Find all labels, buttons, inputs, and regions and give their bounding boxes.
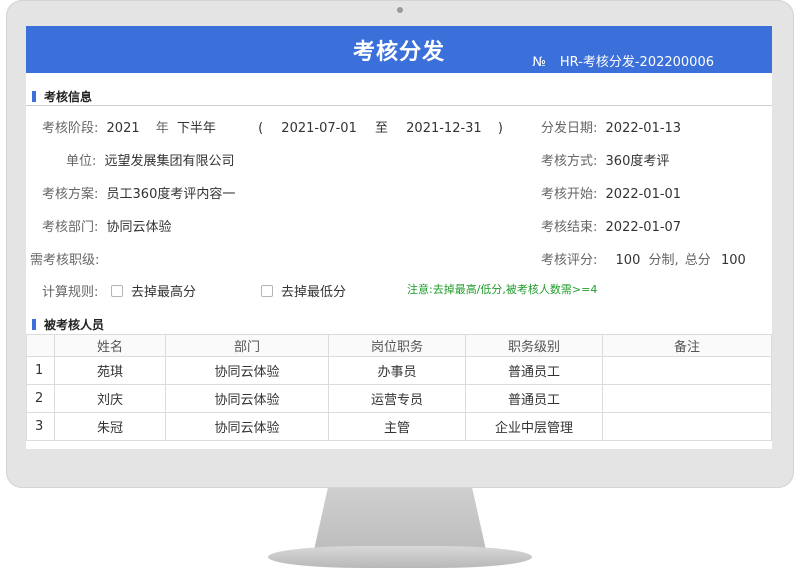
title-bar: 考核分发 № HR-考核分发-202200006 (26, 26, 772, 73)
assessment-department-value[interactable]: 协同云体验 (107, 220, 172, 235)
camera-dot (397, 7, 403, 13)
assessment-department: 考核部门: 协同云体验 (42, 220, 172, 235)
row-index: 1 (26, 356, 55, 385)
section-assessees: 被考核人员 (32, 316, 104, 333)
required-ranks: 需考核职级: (30, 253, 100, 268)
cell-department: 协同云体验 (165, 412, 329, 441)
monitor-stand (314, 488, 486, 550)
assessment-plan-value[interactable]: 员工360度考评内容一 (107, 187, 236, 202)
column-header (26, 334, 55, 357)
assessment-plan: 考核方案: 员工360度考评内容一 (42, 187, 236, 202)
cell-rank: 普通员工 (465, 356, 603, 385)
column-header-remarks: 备注 (602, 334, 772, 357)
period-start-date[interactable]: 2021-07-01 (281, 121, 357, 136)
row-index: 2 (26, 384, 55, 413)
screen: 考核分发 № HR-考核分发-202200006 考核信息 考核阶段: 2021 … (26, 26, 772, 449)
assessment-method: 考核方式: 360度考评 (541, 154, 670, 169)
drop-lowest-checkbox[interactable] (261, 285, 273, 297)
drop-highest-option[interactable]: 去掉最高分 (111, 281, 196, 300)
distribution-date: 分发日期: 2022-01-13 (541, 121, 682, 136)
column-header-rank: 职务级别 (465, 334, 603, 357)
row-index: 3 (26, 412, 55, 441)
unit-field: 单位: 远望发展集团有限公司 (66, 154, 235, 169)
score-total-value[interactable]: 100 (721, 253, 746, 268)
cell-remarks[interactable] (602, 412, 772, 441)
cell-position: 运营专员 (328, 384, 466, 413)
column-header-department: 部门 (165, 334, 329, 357)
period-year[interactable]: 2021 (107, 121, 140, 136)
table-row[interactable]: 3 朱冠 协同云体验 主管 企业中层管理 (26, 412, 772, 441)
cell-position: 办事员 (328, 356, 466, 385)
cell-name: 苑琪 (54, 356, 166, 385)
cell-position: 主管 (328, 412, 466, 441)
unit-value[interactable]: 远望发展集团有限公司 (105, 154, 235, 169)
cell-department: 协同云体验 (165, 356, 329, 385)
divider (26, 105, 772, 106)
distribution-date-value[interactable]: 2022-01-13 (606, 121, 682, 136)
monitor-base (268, 546, 532, 568)
number-symbol: № (532, 55, 546, 70)
assessment-score: 考核评分: 100 分制, 总分 100 (541, 253, 746, 268)
rules-note: 注意:去掉最高/低分,被考核人数需>=4 (407, 283, 598, 296)
section-marker (32, 319, 36, 330)
document-number: № HR-考核分发-202200006 (532, 51, 714, 70)
cell-name: 朱冠 (54, 412, 166, 441)
score-scale-value[interactable]: 100 (616, 253, 641, 268)
cell-rank: 普通员工 (465, 384, 603, 413)
assessment-period: 考核阶段: 2021 年 下半年 ( 2021-07-01 至 2021-12-… (42, 121, 503, 136)
section-assessment-info: 考核信息 (32, 88, 92, 105)
period-half[interactable]: 下半年 (177, 121, 216, 136)
table-header-row: 姓名 部门 岗位职务 职务级别 备注 (26, 334, 772, 357)
column-header-position: 岗位职务 (328, 334, 466, 357)
drop-lowest-option[interactable]: 去掉最低分 (261, 281, 346, 300)
assessment-start: 考核开始: 2022-01-01 (541, 187, 682, 202)
table-row[interactable]: 1 苑琪 协同云体验 办事员 普通员工 (26, 356, 772, 385)
assessment-method-value[interactable]: 360度考评 (606, 154, 670, 169)
assessee-table: 姓名 部门 岗位职务 职务级别 备注 1 苑琪 协同云体验 办事员 普通员工 2… (26, 334, 772, 441)
cell-remarks[interactable] (602, 356, 772, 385)
assessment-start-value[interactable]: 2022-01-01 (606, 187, 682, 202)
period-end-date[interactable]: 2021-12-31 (406, 121, 482, 136)
assessment-end: 考核结束: 2022-01-07 (541, 220, 682, 235)
assessment-end-value[interactable]: 2022-01-07 (606, 220, 682, 235)
cell-name: 刘庆 (54, 384, 166, 413)
cell-rank: 企业中层管理 (465, 412, 603, 441)
document-number-value: HR-考核分发-202200006 (559, 55, 714, 70)
drop-highest-checkbox[interactable] (111, 285, 123, 297)
section-marker (32, 91, 36, 102)
cell-department: 协同云体验 (165, 384, 329, 413)
cell-remarks[interactable] (602, 384, 772, 413)
calculation-rules: 计算规则: (42, 285, 99, 300)
column-header-name: 姓名 (54, 334, 166, 357)
table-row[interactable]: 2 刘庆 协同云体验 运营专员 普通员工 (26, 384, 772, 413)
